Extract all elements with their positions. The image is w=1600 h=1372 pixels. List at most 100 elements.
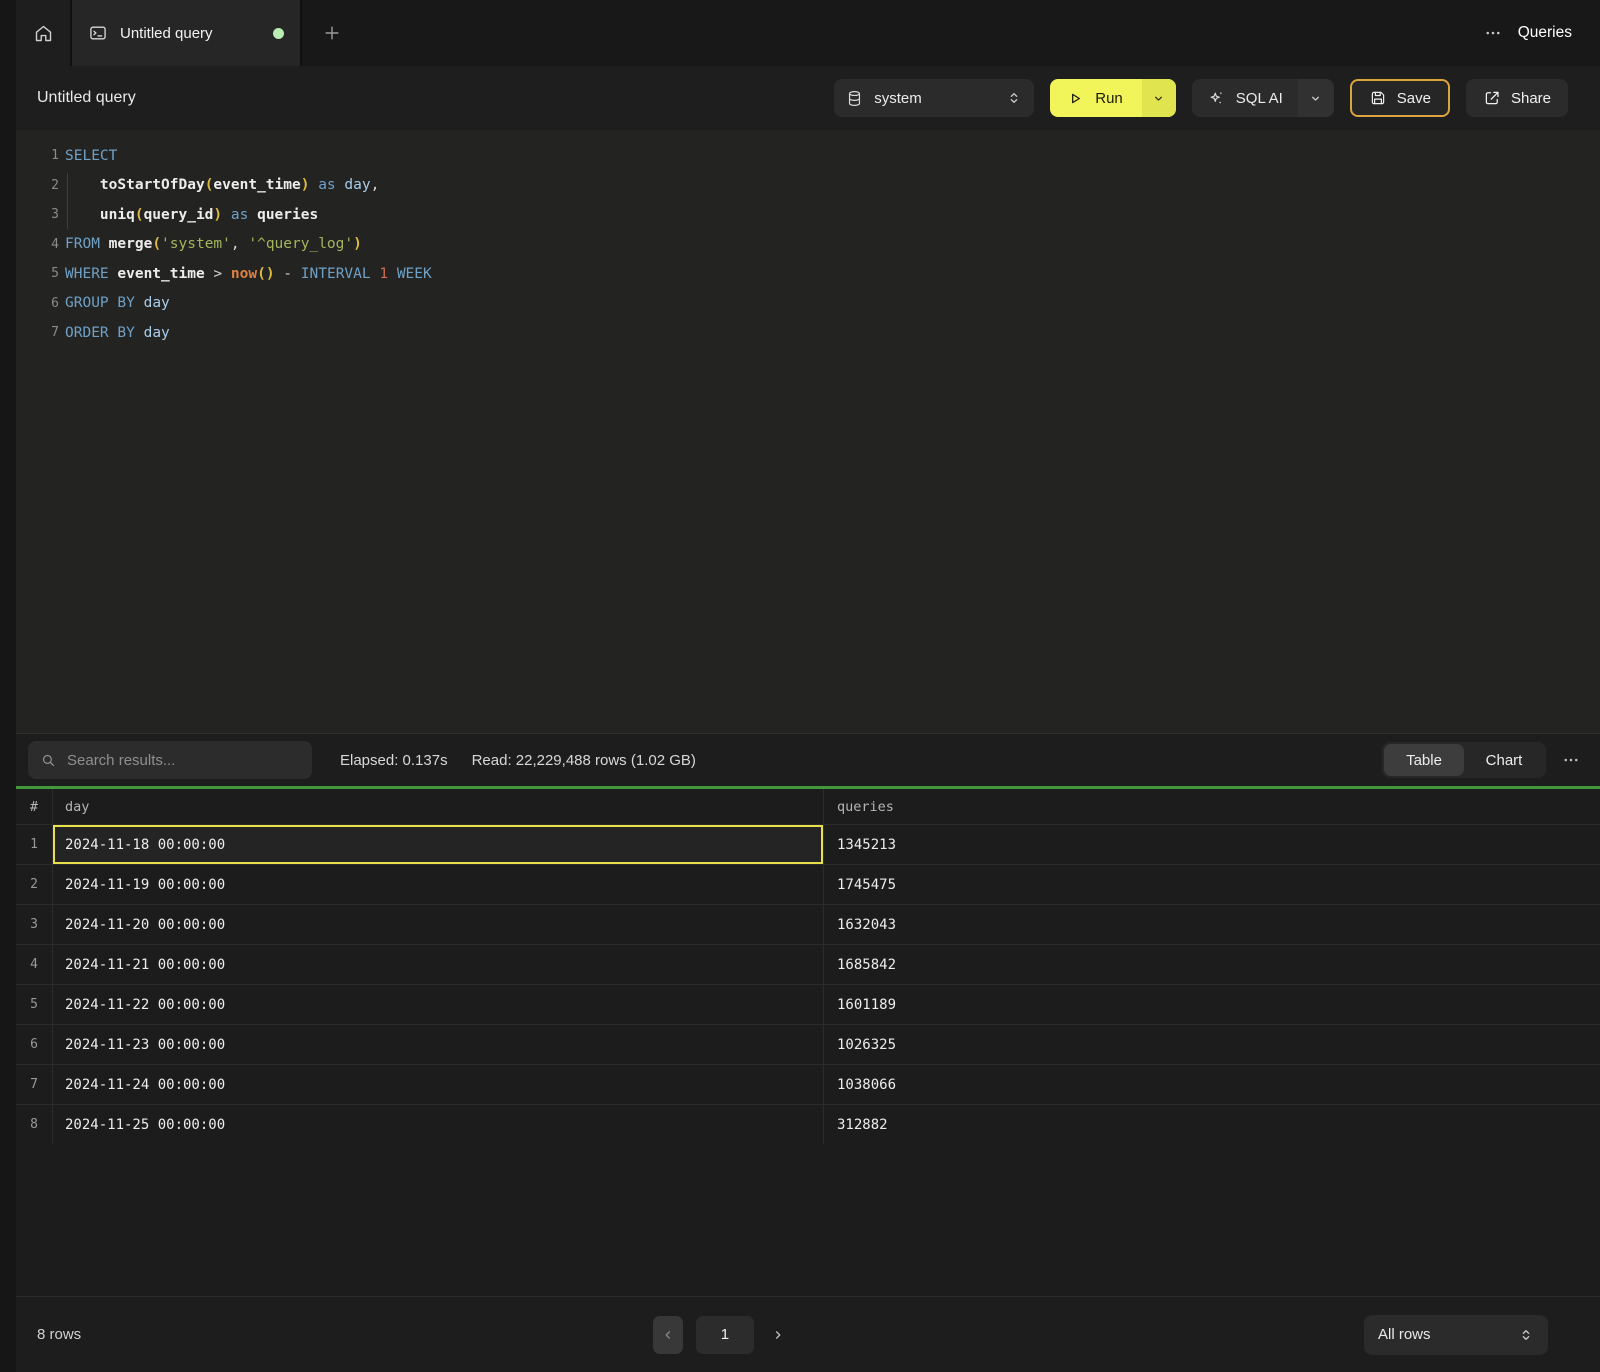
run-options-button[interactable] [1142, 79, 1176, 117]
query-title: Untitled query [37, 89, 136, 107]
code-line[interactable]: 6GROUP BY day [16, 289, 1600, 319]
day-cell[interactable]: 2024-11-21 00:00:00 [52, 945, 823, 984]
sparkles-icon [1207, 89, 1225, 107]
table-header-row: # day queries [16, 789, 1600, 824]
queries-cell[interactable]: 1601189 [823, 985, 1600, 1024]
code-line[interactable]: 3 uniq(query_id) as queries [16, 200, 1600, 230]
sql-ai-button-group: SQL AI [1192, 79, 1334, 117]
column-header-index[interactable]: # [16, 789, 52, 824]
column-header-day[interactable]: day [52, 789, 823, 824]
code-line[interactable]: 5WHERE event_time > now() - INTERVAL 1 W… [16, 259, 1600, 289]
database-icon [846, 90, 863, 107]
table-row: 62024-11-23 00:00:001026325 [16, 1024, 1600, 1064]
run-button[interactable]: Run [1050, 79, 1142, 117]
plus-icon [322, 23, 342, 43]
search-results-input[interactable] [67, 752, 300, 769]
row-index: 5 [16, 985, 52, 1024]
more-menu-icon[interactable] [1484, 24, 1502, 42]
line-number: 7 [16, 325, 65, 340]
home-icon [33, 23, 54, 44]
code-text: GROUP BY day [65, 295, 170, 311]
previous-page-button[interactable] [653, 1316, 683, 1354]
queries-cell[interactable]: 1745475 [823, 865, 1600, 904]
line-number: 6 [16, 296, 65, 311]
day-cell[interactable]: 2024-11-25 00:00:00 [52, 1105, 823, 1144]
queries-cell[interactable]: 1038066 [823, 1065, 1600, 1104]
sql-ai-button[interactable]: SQL AI [1192, 79, 1298, 117]
queries-button[interactable]: Queries [1518, 24, 1572, 42]
queries-cell[interactable]: 1026325 [823, 1025, 1600, 1064]
sql-ai-options-button[interactable] [1298, 79, 1334, 117]
results-more-icon[interactable] [1562, 751, 1580, 769]
database-selector[interactable]: system [834, 79, 1034, 117]
tab-bar-right: Queries [1484, 0, 1600, 66]
table-row: 72024-11-24 00:00:001038066 [16, 1064, 1600, 1104]
save-button[interactable]: Save [1350, 79, 1450, 117]
database-selector-value: system [874, 90, 922, 107]
read-stat: Read: 22,229,488 rows (1.02 GB) [472, 752, 696, 769]
tab-table-view[interactable]: Table [1384, 744, 1464, 776]
selected-day-cell[interactable]: 2024-11-18 00:00:00 [52, 825, 823, 864]
run-label: Run [1095, 90, 1123, 107]
table-row: 82024-11-25 00:00:00312882 [16, 1104, 1600, 1144]
code-line[interactable]: 4FROM merge('system', '^query_log') [16, 230, 1600, 260]
line-number: 1 [16, 148, 65, 163]
day-cell[interactable]: 2024-11-22 00:00:00 [52, 985, 823, 1024]
row-count: 8 rows [37, 1326, 81, 1343]
day-cell[interactable]: 2024-11-20 00:00:00 [52, 905, 823, 944]
search-icon [40, 752, 57, 769]
queries-cell[interactable]: 1632043 [823, 905, 1600, 944]
row-index: 1 [16, 825, 52, 864]
day-cell[interactable]: 2024-11-19 00:00:00 [52, 865, 823, 904]
play-icon [1067, 90, 1084, 107]
unsaved-changes-dot [273, 28, 284, 39]
code-line[interactable]: 2 toStartOfDay(event_time) as day, [16, 171, 1600, 201]
floppy-icon [1369, 89, 1387, 107]
row-index: 2 [16, 865, 52, 904]
run-button-group: Run [1050, 79, 1176, 117]
row-index: 8 [16, 1105, 52, 1144]
left-rail [0, 0, 16, 1372]
queries-cell[interactable]: 312882 [823, 1105, 1600, 1144]
tab-chart-view[interactable]: Chart [1464, 744, 1544, 776]
day-cell[interactable]: 2024-11-23 00:00:00 [52, 1025, 823, 1064]
line-number: 4 [16, 237, 65, 252]
day-cell[interactable]: 2024-11-24 00:00:00 [52, 1065, 823, 1104]
updown-chevrons-icon [1006, 90, 1022, 106]
page-size-selector[interactable]: All rows [1364, 1315, 1548, 1355]
code-text: ORDER BY day [65, 325, 170, 341]
code-lines: 1SELECT2 toStartOfDay(event_time) as day… [16, 141, 1600, 348]
current-page-button[interactable]: 1 [696, 1316, 754, 1354]
sql-console: Untitled query Queries Untitled query [16, 0, 1600, 1372]
column-header-queries[interactable]: queries [823, 789, 1600, 824]
line-number: 3 [16, 207, 65, 222]
results-table: # day queries 12024-11-18 00:00:00134521… [16, 789, 1600, 1296]
new-tab-button[interactable] [302, 0, 362, 66]
results-footer: 8 rows 1 All rows [16, 1296, 1600, 1372]
view-toggle: Table Chart [1382, 742, 1546, 778]
row-index: 7 [16, 1065, 52, 1104]
home-button[interactable] [16, 0, 72, 66]
tab-label: Untitled query [120, 25, 213, 42]
terminal-icon [88, 23, 108, 43]
tab-untitled-query[interactable]: Untitled query [72, 0, 302, 66]
share-button[interactable]: Share [1466, 79, 1568, 117]
chevron-left-icon [661, 1328, 675, 1342]
next-page-button[interactable] [767, 1328, 789, 1342]
code-line[interactable]: 7ORDER BY day [16, 318, 1600, 348]
query-toolbar: Untitled query system [16, 66, 1600, 130]
sql-editor[interactable]: 1SELECT2 toStartOfDay(event_time) as day… [16, 130, 1600, 733]
chevron-right-icon [771, 1328, 785, 1342]
table-body: 12024-11-18 00:00:00134521322024-11-19 0… [16, 824, 1600, 1144]
external-link-icon [1483, 89, 1501, 107]
table-row: 52024-11-22 00:00:001601189 [16, 984, 1600, 1024]
code-line[interactable]: 1SELECT [16, 141, 1600, 171]
queries-cell[interactable]: 1685842 [823, 945, 1600, 984]
line-number: 5 [16, 266, 65, 281]
page-size-value: All rows [1378, 1326, 1431, 1343]
updown-chevrons-icon [1518, 1327, 1534, 1343]
queries-cell[interactable]: 1345213 [823, 825, 1600, 864]
table-row: 22024-11-19 00:00:001745475 [16, 864, 1600, 904]
search-results-box[interactable] [28, 741, 312, 779]
save-label: Save [1397, 90, 1431, 107]
